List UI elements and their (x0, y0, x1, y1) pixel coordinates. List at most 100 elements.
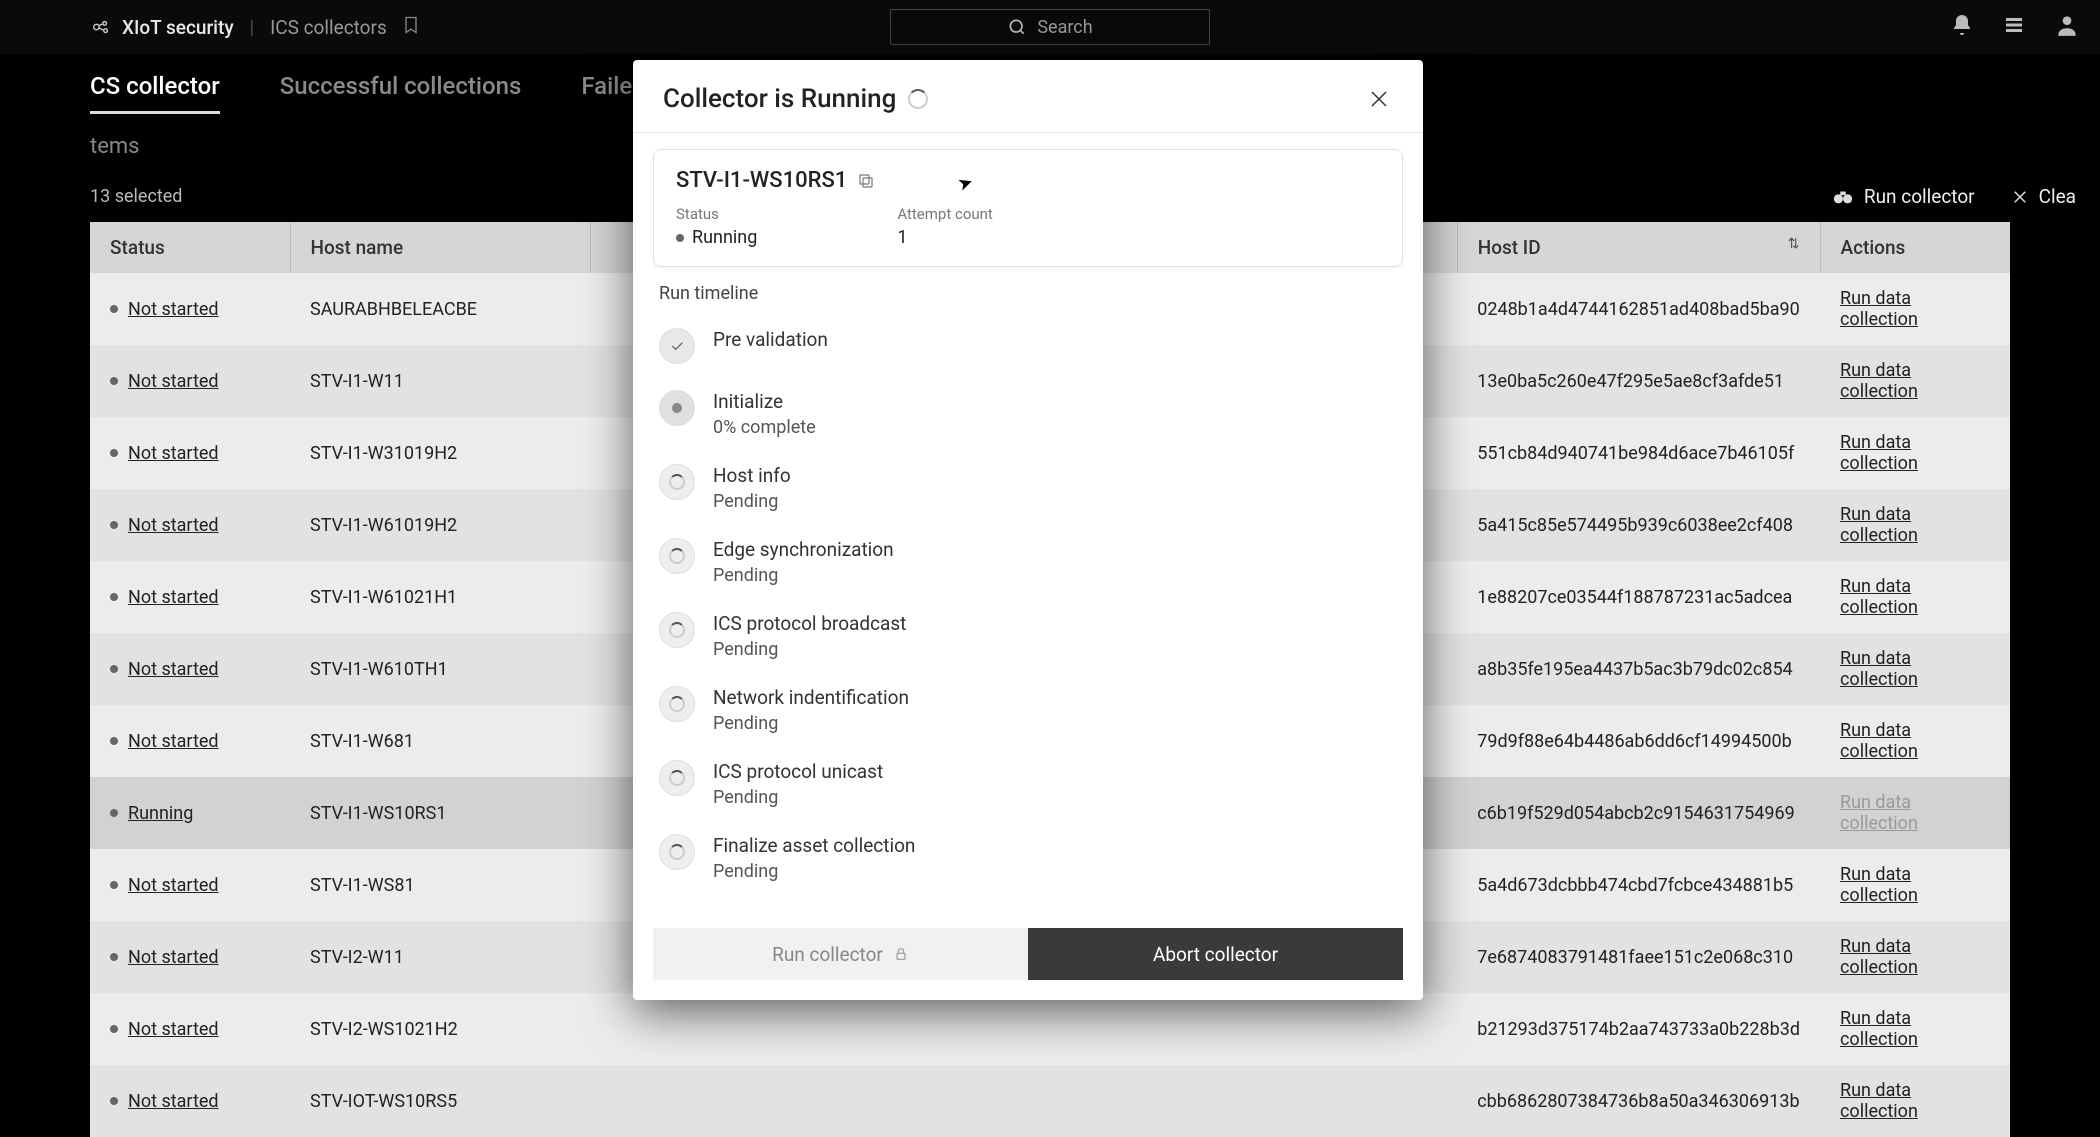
timeline-step: Edge synchronization Pending (659, 528, 1397, 602)
tab-successful[interactable]: Successful collections (280, 72, 522, 114)
status-link[interactable]: Not started (128, 1019, 219, 1040)
app-logo[interactable]: XIoT security (90, 16, 234, 39)
step-icon (659, 760, 695, 796)
modal-abort-button[interactable]: Abort collector (1028, 928, 1403, 980)
hostname-cell: STV-I1-W31019H2 (290, 417, 590, 489)
run-data-collection-link[interactable]: Run data collection (1840, 288, 1918, 330)
step-icon (659, 834, 695, 870)
host-card: STV-I1-WS10RS1 Status Running Attempt co… (653, 149, 1403, 267)
status-link[interactable]: Not started (128, 659, 219, 680)
topbar: XIoT security | ICS collectors Search (0, 0, 2100, 54)
col-status[interactable]: Status (90, 222, 290, 273)
step-sub: Pending (713, 713, 909, 734)
breadcrumb-item[interactable]: ICS collectors (270, 16, 387, 39)
hostid-cell: a8b35fe195ea4437b5ac3b79dc02c854 (1457, 633, 1820, 705)
selected-count: 13 selected (90, 186, 182, 207)
hostname-cell: STV-I1-W610TH1 (290, 633, 590, 705)
status-dot (110, 1025, 118, 1033)
step-name: Initialize (713, 390, 816, 413)
status-link[interactable]: Not started (128, 371, 219, 392)
hostid-cell: b21293d375174b2aa743733a0b228b3d (1457, 993, 1820, 1065)
modal-run-button[interactable]: Run collector (653, 928, 1028, 980)
step-icon (659, 538, 695, 574)
run-data-collection-link[interactable]: Run data collection (1840, 1080, 1918, 1122)
search-input[interactable]: Search (890, 9, 1210, 45)
timeline-title: Run timeline (633, 277, 1423, 314)
run-data-collection-link[interactable]: Run data collection (1840, 864, 1918, 906)
status-dot (676, 234, 684, 242)
app-title: XIoT security (122, 16, 234, 39)
timeline-step: Host info Pending (659, 454, 1397, 528)
step-name: Edge synchronization (713, 538, 894, 561)
step-icon (659, 464, 695, 500)
binoculars-icon (1832, 186, 1854, 208)
hostname-cell: STV-I1-W681 (290, 705, 590, 777)
status-link[interactable]: Not started (128, 947, 219, 968)
run-collector-button[interactable]: Run collector (1832, 185, 1975, 208)
step-name: ICS protocol unicast (713, 760, 883, 783)
hostname-cell: STV-I1-WS81 (290, 849, 590, 921)
copy-icon[interactable] (857, 172, 875, 190)
status-dot (110, 521, 118, 529)
table-row[interactable]: Not started STV-IOT-WS10RS5 cbb686280738… (90, 1065, 2010, 1137)
status-dot (110, 377, 118, 385)
status-link[interactable]: Not started (128, 587, 219, 608)
stack-icon[interactable] (2002, 13, 2026, 41)
run-data-collection-link[interactable]: Run data collection (1840, 360, 1918, 402)
run-data-collection-link[interactable]: Run data collection (1840, 504, 1918, 546)
close-button[interactable] (1365, 85, 1393, 113)
hostid-cell: cbb6862807384736b8a50a346306913b (1457, 1065, 1820, 1137)
col-hostname[interactable]: Host name (290, 222, 590, 273)
close-icon (2011, 188, 2029, 206)
col-actions: Actions (1820, 222, 2010, 273)
status-link[interactable]: Running (128, 803, 193, 824)
timeline-step: Network indentification Pending (659, 676, 1397, 750)
col-hostid[interactable]: Host ID⇅ (1457, 222, 1820, 273)
hostname-cell: STV-I1-WS10RS1 (290, 777, 590, 849)
status-label: Status (676, 205, 757, 223)
step-name: Pre validation (713, 328, 828, 351)
run-data-collection-link[interactable]: Run data collection (1840, 720, 1918, 762)
timeline-step: Initialize 0% complete (659, 380, 1397, 454)
hostid-cell: c6b19f529d054abcb2c9154631754969 (1457, 777, 1820, 849)
status-value: Running (692, 227, 757, 248)
clear-button[interactable]: Clea (2011, 185, 2076, 208)
timeline-step: ICS protocol broadcast Pending (659, 602, 1397, 676)
step-sub: Pending (713, 565, 894, 586)
bookmark-icon[interactable] (401, 15, 421, 39)
run-data-collection-link[interactable]: Run data collection (1840, 576, 1918, 618)
step-name: Finalize asset collection (713, 834, 915, 857)
step-name: Host info (713, 464, 791, 487)
run-data-collection-link[interactable]: Run data collection (1840, 1008, 1918, 1050)
run-data-collection-link[interactable]: Run data collection (1840, 936, 1918, 978)
sort-icon[interactable]: ⇅ (1788, 236, 1800, 252)
close-icon (1367, 87, 1391, 111)
attempt-label: Attempt count (897, 205, 993, 223)
user-icon[interactable] (2054, 12, 2080, 42)
status-dot (110, 593, 118, 601)
timeline: Pre validation Initialize 0% complete Ho… (633, 314, 1423, 928)
bell-icon[interactable] (1950, 13, 1974, 41)
status-link[interactable]: Not started (128, 299, 219, 320)
tab-cs-collector[interactable]: CS collector (90, 72, 220, 114)
status-link[interactable]: Not started (128, 443, 219, 464)
hostid-cell: 5a4d673dcbbb474cbd7fcbce434881b5 (1457, 849, 1820, 921)
step-name: Network indentification (713, 686, 909, 709)
status-link[interactable]: Not started (128, 875, 219, 896)
status-link[interactable]: Not started (128, 731, 219, 752)
search-placeholder: Search (1037, 17, 1092, 38)
table-row[interactable]: Not started STV-I2-WS1021H2 b21293d37517… (90, 993, 2010, 1065)
status-link[interactable]: Not started (128, 515, 219, 536)
hostid-cell: 551cb84d940741be984d6ace7b46105f (1457, 417, 1820, 489)
hostname-cell: SAURABHBELEACBE (290, 273, 590, 345)
hostid-cell: 13e0ba5c260e47f295e5ae8cf3afde51 (1457, 345, 1820, 417)
search-icon (1007, 17, 1027, 37)
hostid-cell: 0248b1a4d4744162851ad408bad5ba90 (1457, 273, 1820, 345)
spinner-icon (908, 89, 928, 109)
run-data-collection-link[interactable]: Run data collection (1840, 432, 1918, 474)
run-data-collection-link[interactable]: Run data collection (1840, 792, 1918, 834)
status-link[interactable]: Not started (128, 1091, 219, 1112)
status-dot (110, 449, 118, 457)
hostid-cell: 5a415c85e574495b939c6038ee2cf408 (1457, 489, 1820, 561)
run-data-collection-link[interactable]: Run data collection (1840, 648, 1918, 690)
